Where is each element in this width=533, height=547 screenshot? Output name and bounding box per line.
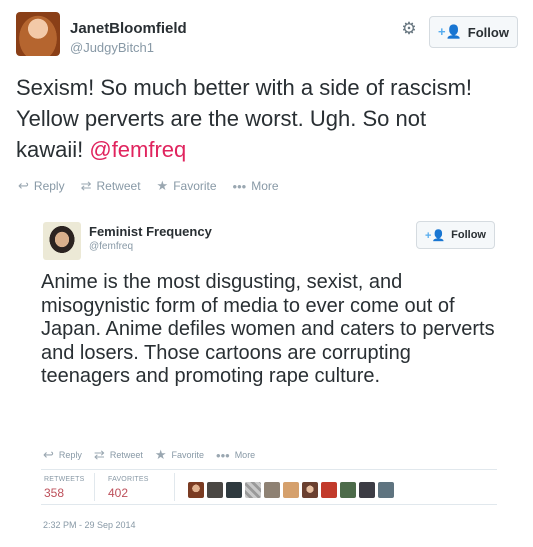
embedded-reply-icon: ↩ xyxy=(43,447,54,462)
embedded-tweet-text: Anime is the most disgusting, sexist, an… xyxy=(41,271,495,388)
favoriter-avatar xyxy=(207,482,223,498)
embedded-retweet: ⇄ Retweet xyxy=(94,447,143,463)
favorites-count: 402 xyxy=(108,486,129,500)
more-dots-icon: ••• xyxy=(232,178,247,194)
favoriter-avatar xyxy=(283,482,299,498)
retweet-label: Retweet xyxy=(96,179,141,193)
tweet-body: Sexism! So much better with a side of ra… xyxy=(16,75,473,162)
embedded-star-icon: ★ xyxy=(154,447,167,462)
favoriter-avatars xyxy=(188,482,394,498)
more-label: More xyxy=(251,179,279,193)
embedded-favorite: ★ Favorite xyxy=(155,447,204,463)
retweet-icon: ⇄ xyxy=(80,178,92,193)
gear-icon[interactable]: ⚙ xyxy=(400,20,418,38)
author-handle[interactable]: @JudgyBitch1 xyxy=(70,40,154,55)
author-name[interactable]: JanetBloomfield xyxy=(70,20,187,37)
retweets-label: RETWEETS xyxy=(44,476,85,483)
embedded-more-dots-icon: ••• xyxy=(216,447,230,463)
favorite-label: Favorite xyxy=(173,179,217,193)
divider xyxy=(41,504,497,505)
add-user-icon: +👤 xyxy=(438,24,462,39)
divider xyxy=(41,469,497,470)
divider xyxy=(174,473,175,501)
favoriter-avatar xyxy=(264,482,280,498)
follow-button[interactable]: +👤 Follow xyxy=(429,16,518,48)
embedded-favorite-label: Favorite xyxy=(171,450,205,460)
embedded-author-name: Feminist Frequency xyxy=(89,224,212,239)
embedded-more: ••• More xyxy=(216,447,255,463)
embedded-tweet-actions: ↩ Reply ⇄ Retweet ★ Favorite ••• More xyxy=(43,447,255,463)
embedded-avatar xyxy=(43,222,81,260)
divider xyxy=(94,473,95,501)
retweets-count: 358 xyxy=(44,486,65,500)
embedded-add-user-icon: +👤 xyxy=(425,229,446,242)
embedded-retweet-label: Retweet xyxy=(109,450,143,460)
reply-button[interactable]: ↩ Reply xyxy=(18,178,65,194)
favoriter-avatar xyxy=(359,482,375,498)
reply-icon: ↩ xyxy=(18,178,29,193)
follow-label: Follow xyxy=(467,24,509,40)
more-button[interactable]: ••• More xyxy=(233,178,279,194)
embedded-tweet-image[interactable]: Feminist Frequency @femfreq +👤 Follow An… xyxy=(31,207,501,543)
embedded-reply: ↩ Reply xyxy=(43,447,82,463)
favoriter-avatar xyxy=(340,482,356,498)
favoriter-avatar xyxy=(188,482,204,498)
favoriter-avatar xyxy=(321,482,337,498)
reply-label: Reply xyxy=(33,179,65,193)
retweet-button[interactable]: ⇄ Retweet xyxy=(81,178,141,194)
embedded-retweet-icon: ⇄ xyxy=(93,447,105,462)
mention-link[interactable]: @femfreq xyxy=(89,137,186,162)
embedded-follow-label: Follow xyxy=(451,229,486,241)
embedded-timestamp: 2:32 PM - 29 Sep 2014 xyxy=(43,520,136,530)
tweet-text: Sexism! So much better with a side of ra… xyxy=(16,72,496,165)
star-icon: ★ xyxy=(156,178,169,193)
embedded-follow-button: +👤 Follow xyxy=(416,221,495,249)
favorites-label: FAVORITES xyxy=(108,476,149,483)
embedded-author-handle: @femfreq xyxy=(89,241,134,252)
favoriter-avatar xyxy=(378,482,394,498)
embedded-reply-label: Reply xyxy=(58,450,82,460)
author-avatar[interactable] xyxy=(16,12,60,56)
tweet-actions: ↩ Reply ⇄ Retweet ★ Favorite ••• More xyxy=(18,178,279,194)
embedded-more-label: More xyxy=(234,450,256,460)
favoriter-avatar xyxy=(226,482,242,498)
favoriter-avatar xyxy=(302,482,318,498)
favorite-button[interactable]: ★ Favorite xyxy=(157,178,217,194)
favoriter-avatar xyxy=(245,482,261,498)
